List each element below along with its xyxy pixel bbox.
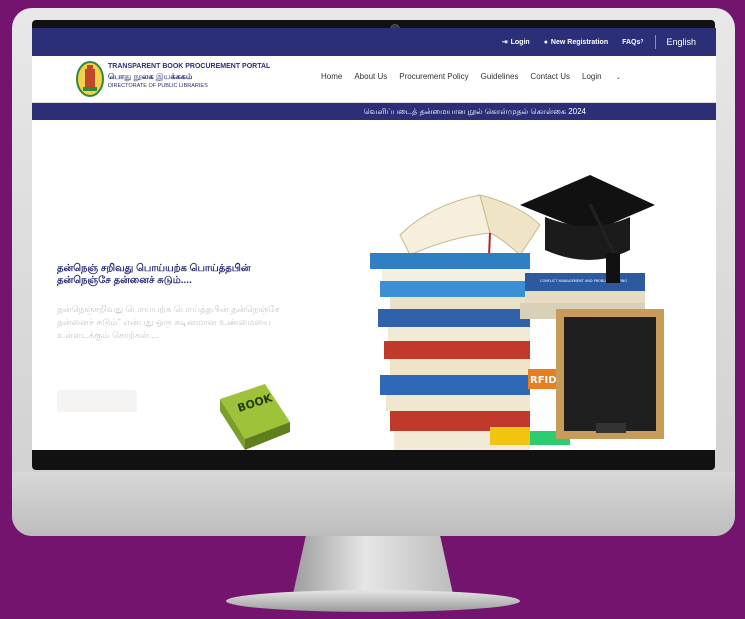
hero-faded-button[interactable] — [57, 390, 137, 412]
monitor-stand-neck — [293, 536, 453, 594]
books-graduation-illustration: CONFLICT MANAGEMENT AND PROBLEM SOLVING … — [370, 175, 664, 450]
nav-procurement-policy[interactable]: Procurement Policy — [399, 72, 468, 81]
hero-body: தன்நெஞ்சறிவது பொய்யற்க பொய்த்தபின் தன்நெ… — [57, 304, 280, 341]
new-registration-link[interactable]: ● New Registration — [544, 39, 608, 46]
hero-section: தன்நெஞ் சறிவது பொய்யற்க பொய்த்தபின் தன்ந… — [32, 120, 716, 450]
nav-login-dropdown[interactable]: Login ⌄ — [582, 72, 633, 81]
header: TRANSPARENT BOOK PROCUREMENT PORTAL பொது… — [32, 56, 716, 103]
user-plus-icon: ● — [543, 38, 548, 46]
top-bar: ⇥ Login ● New Registration FAQs ? Englis… — [32, 28, 716, 56]
hero-title: தன்நெஞ் சறிவது பொய்யற்க பொய்த்தபின் தன்ந… — [57, 263, 251, 287]
announcement-marquee: வெளிப்படைத் தன்மையான நூல் கொள்முதல் கொள்… — [32, 103, 716, 120]
tamil-directorate-name: பொது நூலக இயக்ககம் — [108, 71, 193, 81]
topbar-divider — [655, 35, 657, 49]
nav-login-label: Login — [582, 72, 602, 81]
monitor-chin — [12, 472, 735, 536]
directorate-subtitle: DIRECTORATE OF PUBLIC LIBRARIES — [108, 83, 208, 90]
tamilnadu-emblem-logo[interactable] — [76, 61, 104, 97]
hero-title-line1: தன்நெஞ் சறிவது பொய்யற்க பொய்த்தபின் — [57, 263, 251, 274]
login-icon: ⇥ — [501, 39, 508, 46]
rfid-label: RFID — [530, 375, 557, 386]
question-icon: ? — [640, 39, 644, 45]
login-label: Login — [510, 38, 530, 46]
portal-title: TRANSPARENT BOOK PROCUREMENT PORTAL — [108, 63, 271, 70]
nav-contact-us[interactable]: Contact Us — [530, 72, 570, 81]
login-link[interactable]: ⇥ Login — [501, 38, 530, 47]
new-registration-label: New Registration — [550, 38, 609, 46]
marquee-text: வெளிப்படைத் தன்மையான நூல் கொள்முதல் கொள்… — [363, 106, 586, 116]
main-nav: Home About Us Procurement Policy Guideli… — [321, 72, 645, 81]
hero-title-line2: தன்நெஞ்சே தன்னைச் சுடும்.... — [57, 275, 192, 286]
nav-guidelines[interactable]: Guidelines — [481, 72, 519, 81]
faqs-label: FAQs — [622, 38, 641, 46]
monitor-stand-base — [226, 590, 520, 612]
brand-block: TRANSPARENT BOOK PROCUREMENT PORTAL பொது… — [108, 63, 270, 90]
nav-home[interactable]: Home — [321, 72, 342, 81]
chevron-down-icon: ⌄ — [615, 75, 621, 81]
nav-about-us[interactable]: About Us — [354, 72, 387, 81]
green-book-illustration: BOOK — [220, 384, 290, 450]
screen: ⇥ Login ● New Registration FAQs ? Englis… — [32, 28, 716, 450]
faqs-link[interactable]: FAQs ? — [622, 39, 643, 46]
language-toggle[interactable]: English — [666, 37, 696, 47]
